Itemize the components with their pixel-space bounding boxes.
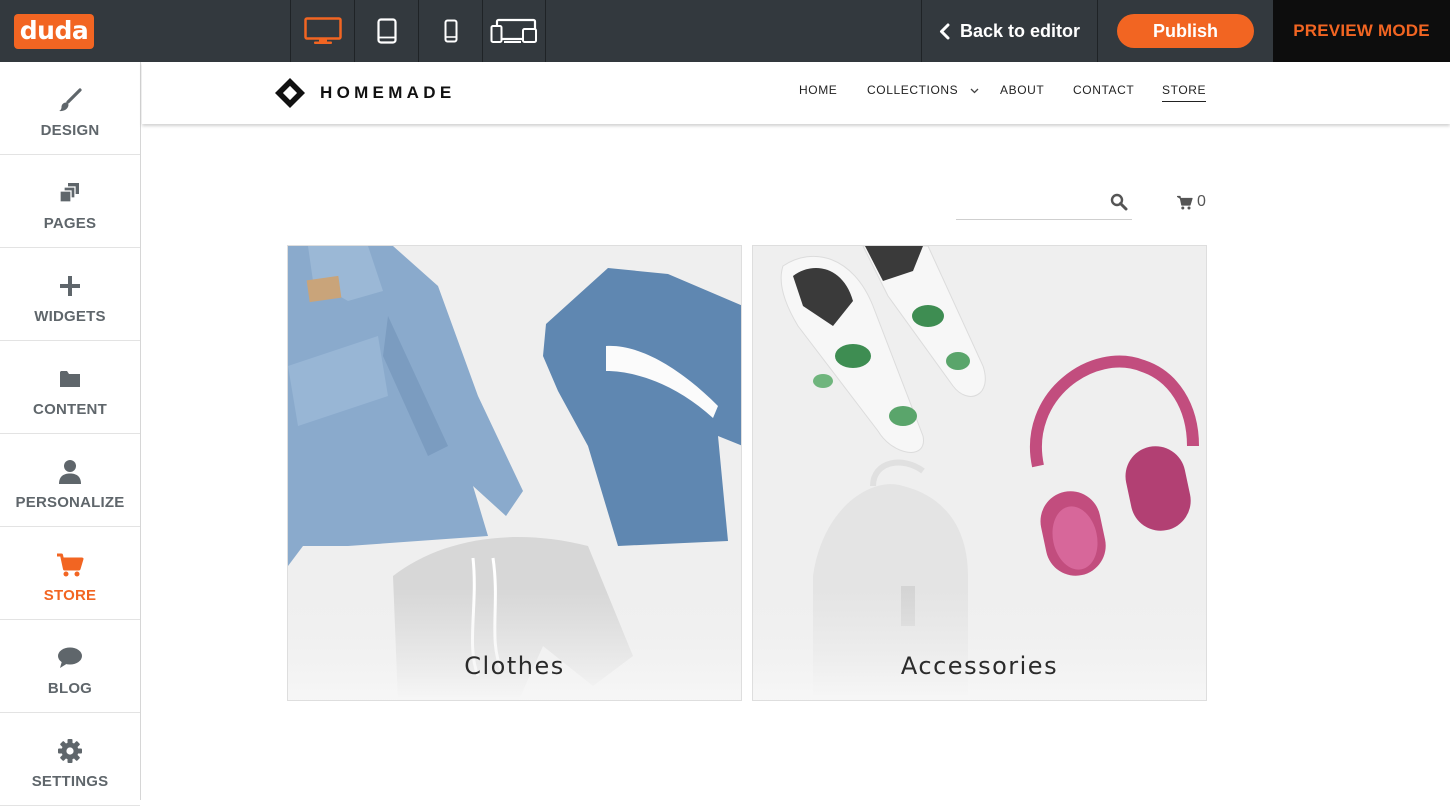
tablet-icon (376, 18, 397, 44)
chevron-down-icon (970, 88, 979, 94)
store-cart[interactable]: 0 (1177, 193, 1206, 211)
publish-button[interactable]: Publish (1117, 14, 1254, 48)
category-card-accessories[interactable]: Accessories (752, 245, 1207, 701)
folder-icon (59, 366, 81, 392)
diamond-logo-icon (275, 78, 305, 108)
back-to-editor-label: Back to editor (959, 20, 1081, 41)
chevron-left-icon (939, 23, 950, 39)
category-title: Clothes (464, 652, 565, 680)
sidebar-item-label: CONTENT (33, 401, 107, 418)
search-icon[interactable] (1110, 193, 1128, 216)
sidebar-item-label: WIDGETS (34, 308, 106, 325)
chat-bubble-icon (57, 645, 83, 671)
back-to-editor-button[interactable]: Back to editor (921, 0, 1098, 62)
nav-home[interactable]: HOME (799, 83, 837, 97)
desktop-icon (303, 17, 342, 44)
sidebar-item-blog[interactable]: BLOG (0, 620, 140, 713)
sidebar-item-label: BLOG (47, 680, 93, 697)
all-devices-view-button[interactable] (482, 0, 546, 62)
nav-about[interactable]: ABOUT (1000, 83, 1044, 97)
sidebar-item-label: PAGES (43, 215, 97, 232)
editor-sidebar: DESIGN PAGES WIDGETS CONTENT PERSONALIZE… (0, 62, 141, 806)
nav-contact[interactable]: CONTACT (1073, 83, 1134, 97)
multi-device-icon (490, 18, 537, 43)
accessories-image (753, 246, 1206, 700)
tablet-view-button[interactable] (354, 0, 418, 62)
sidebar-item-pages[interactable]: PAGES (0, 155, 140, 248)
store-search-field[interactable] (956, 188, 1132, 220)
preview-mode-label: PREVIEW MODE (1273, 0, 1450, 62)
device-switcher (290, 0, 546, 62)
mobile-icon (444, 19, 457, 43)
sidebar-item-widgets[interactable]: WIDGETS (0, 248, 140, 341)
plus-icon (58, 273, 82, 299)
sidebar-item-label: SETTINGS (31, 773, 109, 790)
sidebar-item-label: DESIGN (40, 122, 100, 139)
cart-count: 0 (1197, 193, 1206, 210)
cart-icon (56, 552, 84, 578)
sidebar-item-personalize[interactable]: PERSONALIZE (0, 434, 140, 527)
gear-icon (57, 738, 83, 764)
brush-icon (57, 87, 83, 113)
sidebar-item-settings[interactable]: SETTINGS (0, 713, 140, 806)
category-title: Accessories (900, 652, 1059, 680)
desktop-view-button[interactable] (290, 0, 354, 62)
site-brand-name: HOMEMADE (320, 83, 456, 102)
editor-topbar: duda Back to editor Publish PREVIEW MODE (0, 0, 1450, 62)
sidebar-item-label: STORE (43, 587, 97, 604)
mobile-view-button[interactable] (418, 0, 482, 62)
sidebar-item-store[interactable]: STORE (0, 527, 140, 620)
duda-logo[interactable]: duda (14, 14, 94, 49)
site-logo[interactable]: HOMEMADE (274, 77, 455, 109)
category-card-clothes[interactable]: Clothes (287, 245, 742, 701)
sidebar-item-design[interactable]: DESIGN (0, 62, 140, 155)
nav-collections-label: COLLECTIONS (867, 83, 959, 97)
sidebar-item-content[interactable]: CONTENT (0, 341, 140, 434)
nav-store[interactable]: STORE (1162, 83, 1207, 102)
user-icon (58, 459, 82, 485)
cart-icon (1177, 195, 1193, 209)
clothes-image (288, 246, 741, 700)
sidebar-item-label: PERSONALIZE (15, 494, 125, 511)
pages-icon (58, 180, 82, 206)
site-header: HOMEMADE HOME COLLECTIONS ABOUT CONTACT … (142, 62, 1450, 124)
nav-collections[interactable]: COLLECTIONS (867, 83, 979, 97)
